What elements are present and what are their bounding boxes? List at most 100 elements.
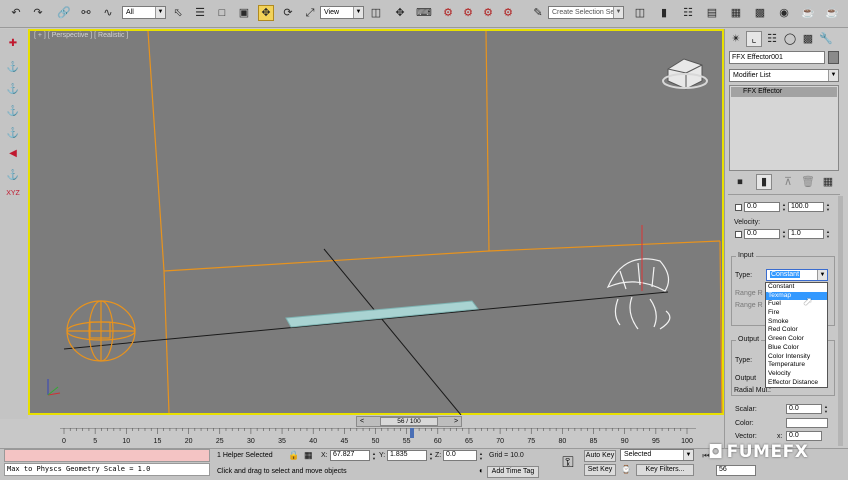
align-icon[interactable]: ▮ bbox=[656, 5, 672, 21]
render-icon[interactable]: ☕ bbox=[824, 5, 840, 21]
window-crossing-icon[interactable]: ▣ bbox=[236, 5, 252, 21]
range-max-field[interactable]: 100.0 bbox=[788, 202, 824, 212]
type-option[interactable]: Fuel bbox=[766, 300, 827, 309]
rotate-icon[interactable]: ⟳ bbox=[280, 5, 296, 21]
lock-selection-icon[interactable]: 🔒 bbox=[288, 450, 299, 462]
maxscript-listener-pink[interactable] bbox=[4, 449, 210, 462]
scalar-field[interactable]: 0.0 bbox=[786, 404, 822, 414]
velocity-max-spinner[interactable]: ▲ ▼ bbox=[825, 229, 831, 239]
scene-explorer-icon[interactable]: ☷ bbox=[680, 5, 696, 21]
current-frame-field[interactable]: 56 bbox=[716, 465, 756, 476]
render-setup-icon[interactable]: ☕ bbox=[800, 5, 816, 21]
x-coord-spinner[interactable]: ▲ ▼ bbox=[371, 451, 377, 461]
mirror-icon[interactable]: ◫ bbox=[632, 5, 648, 21]
key-filters-button[interactable]: Key Filters... bbox=[636, 464, 694, 476]
curve-editor-icon[interactable]: ▩ bbox=[752, 5, 768, 21]
stack-item-ffx-effector[interactable]: FFX Effector bbox=[731, 87, 837, 97]
angle-snap-icon[interactable]: ⚙ bbox=[460, 5, 476, 21]
select-by-name-icon[interactable]: ☰ bbox=[192, 5, 208, 21]
y-coord-spinner[interactable]: ▲ ▼ bbox=[428, 451, 434, 461]
type-option[interactable]: Velocity bbox=[766, 370, 827, 379]
graphite-tools-icon[interactable]: ▦ bbox=[728, 5, 744, 21]
fumefx-sim-icon[interactable]: ⚓ bbox=[4, 168, 22, 182]
make-unique-icon[interactable]: ⊼ bbox=[780, 174, 796, 190]
type-option[interactable]: Red Color bbox=[766, 326, 827, 335]
spinner-snap-icon[interactable]: ⚙ bbox=[500, 5, 516, 21]
type-option[interactable]: Constant bbox=[766, 283, 827, 292]
add-time-tag-button[interactable]: Add Time Tag bbox=[487, 466, 539, 478]
key-mode-dropdown[interactable]: Selected ▼ bbox=[620, 449, 694, 461]
fumefx-effector-icon[interactable]: ⚓ bbox=[4, 104, 22, 118]
configure-sets-icon[interactable]: ▦ bbox=[820, 174, 836, 190]
type-option[interactable]: Color Intensity bbox=[766, 353, 827, 362]
type-dropdown-list[interactable]: Constant Texmap Fuel Fire Smoke Red Color Gree… bbox=[765, 282, 828, 388]
fumefx-particle-icon[interactable]: ⚓ bbox=[4, 126, 22, 140]
named-selection-input[interactable]: Create Selection Se ▼ bbox=[548, 6, 624, 19]
range-min-spinner[interactable]: ▲ ▼ bbox=[781, 202, 787, 212]
velocity-checkbox[interactable] bbox=[735, 231, 742, 238]
maxscript-output[interactable]: Max to Physcs Geometry Scale = 1.0 bbox=[4, 463, 210, 476]
range-max-spinner[interactable]: ▲ ▼ bbox=[825, 202, 831, 212]
type-option[interactable]: Blue Color bbox=[766, 344, 827, 353]
fumefx-grid-icon[interactable]: ⚓ bbox=[4, 60, 22, 74]
velocity-min-spinner[interactable]: ▲ ▼ bbox=[781, 229, 787, 239]
reference-coord-dropdown[interactable]: View ▼ bbox=[320, 6, 364, 19]
utilities-tab-icon[interactable]: 🔧 bbox=[818, 31, 834, 47]
scalar-spinner[interactable]: ▲ ▼ bbox=[823, 404, 829, 414]
create-tab-icon[interactable]: ✴ bbox=[728, 31, 744, 47]
input-type-dropdown[interactable]: Constant ▼ bbox=[766, 269, 828, 281]
range-min-field[interactable]: 0.0 bbox=[744, 202, 780, 212]
percent-snap-icon[interactable]: ⚙ bbox=[480, 5, 496, 21]
move-icon[interactable]: ✥ bbox=[258, 5, 274, 21]
create-helper-icon[interactable]: ✚ bbox=[4, 36, 22, 50]
range-checkbox[interactable] bbox=[735, 204, 742, 211]
object-name-field[interactable]: FFX Effector001 bbox=[729, 51, 825, 64]
velocity-max-field[interactable]: 1.0 bbox=[788, 229, 824, 239]
velocity-min-field[interactable]: 0.0 bbox=[744, 229, 780, 239]
motion-tab-icon[interactable]: ◯ bbox=[782, 31, 798, 47]
selection-filter-dropdown[interactable]: All ▼ bbox=[122, 6, 166, 19]
time-slider-next[interactable]: > bbox=[452, 416, 460, 427]
fumefx-xyz-icon[interactable]: XYZ bbox=[4, 186, 22, 200]
display-tab-icon[interactable]: ▩ bbox=[800, 31, 816, 47]
time-tag-icon[interactable]: ◐ bbox=[479, 466, 487, 476]
modifier-list-dropdown[interactable]: Modifier List ▼ bbox=[729, 69, 839, 82]
pin-stack-icon[interactable]: ⏹ bbox=[732, 174, 748, 190]
pivot-center-icon[interactable]: ◫ bbox=[368, 5, 384, 21]
unlink-icon[interactable]: ⚯ bbox=[78, 5, 94, 21]
layer-manager-icon[interactable]: ▤ bbox=[704, 5, 720, 21]
type-option[interactable]: Effector Distance bbox=[766, 379, 827, 388]
bind-spacewarp-icon[interactable]: ∿ bbox=[100, 5, 116, 21]
undo-icon[interactable]: ↶ bbox=[8, 5, 24, 21]
show-end-result-icon[interactable]: ▮ bbox=[756, 174, 772, 190]
keyboard-shortcut-icon[interactable]: ⌨ bbox=[416, 5, 432, 21]
absolute-mode-icon[interactable]: ▦ bbox=[304, 450, 314, 462]
z-coord-field[interactable]: 0.0 bbox=[443, 450, 477, 461]
select-object-icon[interactable]: ⬁ bbox=[170, 5, 186, 21]
fumefx-preview-icon[interactable]: ◀ bbox=[4, 146, 22, 160]
viewport-view-menu[interactable]: [ Perspective ] bbox=[48, 32, 92, 39]
key-filters-icon[interactable]: ⌚ bbox=[620, 464, 632, 476]
snaps-toggle-icon[interactable]: ⚙ bbox=[440, 5, 456, 21]
link-icon[interactable]: 🔗 bbox=[56, 5, 72, 21]
modify-tab-icon[interactable]: ⌞ bbox=[746, 31, 762, 47]
type-option[interactable]: Temperature bbox=[766, 361, 827, 370]
hierarchy-tab-icon[interactable]: ☷ bbox=[764, 31, 780, 47]
viewport-label[interactable]: [ + ] [ Perspective ] [ Realistic ] bbox=[34, 32, 128, 39]
set-key-button[interactable]: Set Key bbox=[584, 464, 616, 476]
z-coord-spinner[interactable]: ▲ ▼ bbox=[478, 451, 484, 461]
object-color-swatch[interactable] bbox=[828, 51, 839, 64]
time-slider-prev[interactable]: < bbox=[358, 416, 366, 427]
redo-icon[interactable]: ↷ bbox=[30, 5, 46, 21]
edit-named-selection-icon[interactable]: ✎ bbox=[530, 5, 546, 21]
perspective-viewport[interactable] bbox=[28, 29, 724, 415]
viewport-plus-menu[interactable]: [ + ] bbox=[34, 32, 46, 39]
type-option[interactable]: Fire bbox=[766, 309, 827, 318]
auto-key-button[interactable]: Auto Key bbox=[584, 450, 616, 462]
fumefx-source-icon[interactable]: ⚓ bbox=[4, 82, 22, 96]
y-coord-field[interactable]: 1.835 bbox=[387, 450, 427, 461]
remove-modifier-icon[interactable]: 🗑 bbox=[800, 174, 816, 190]
time-slider-thumb[interactable]: 56 / 100 bbox=[380, 417, 438, 426]
select-manipulate-icon[interactable]: ✥ bbox=[392, 5, 408, 21]
material-editor-icon[interactable]: ◉ bbox=[776, 5, 792, 21]
